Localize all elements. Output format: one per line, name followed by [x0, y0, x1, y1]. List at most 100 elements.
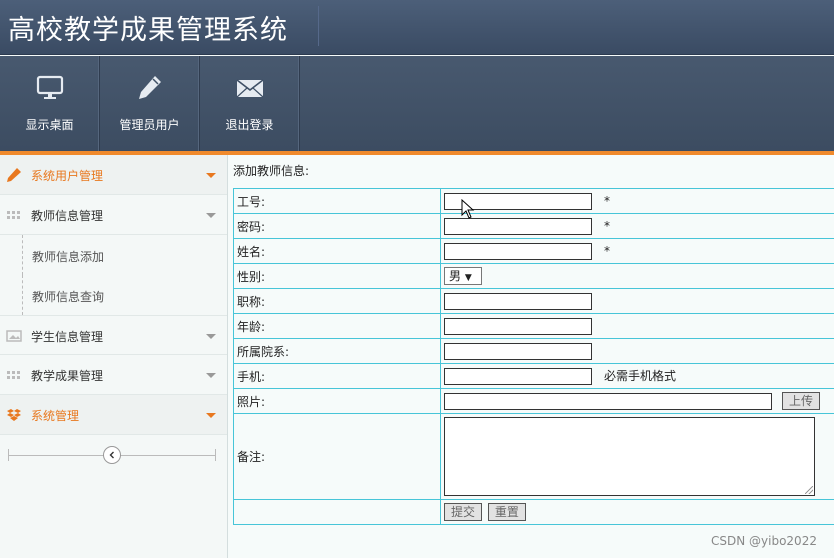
tree-line [22, 235, 23, 275]
phone-label: 手机: [233, 363, 441, 389]
grid-icon [7, 211, 20, 219]
sidebar-item-teacher-info[interactable]: 教师信息管理 [0, 195, 227, 235]
form-cell: * [440, 213, 834, 239]
form-cell [440, 313, 834, 339]
grid-icon [7, 371, 20, 379]
pencil-icon [7, 168, 21, 182]
submit-button[interactable]: 提交 [444, 503, 483, 521]
logout-button[interactable]: 退出登录 [200, 56, 300, 151]
sidebar: 系统用户管理 教师信息管理 教师信息添加 教师信息查询 学生信息管理 教学成果管… [0, 155, 228, 558]
show-desktop-label: 显示桌面 [25, 118, 74, 132]
sidebar-item-teaching-achievements[interactable]: 教学成果管理 [0, 355, 227, 395]
sidebar-subitem-label: 教师信息查询 [32, 290, 105, 304]
phone-hint: 必需手机格式 [604, 369, 677, 383]
id-label: 工号: [233, 188, 441, 214]
chevron-down-icon [206, 334, 216, 339]
pencil-icon [138, 76, 161, 99]
dropdown-arrow-icon: ▼ [464, 273, 472, 283]
form-row-notes: 备注: [233, 413, 834, 500]
dropbox-icon [7, 409, 21, 421]
envelope-icon [236, 79, 263, 98]
divider-tick [8, 449, 9, 461]
form-cell: 提交 重置 [440, 499, 834, 525]
photo-label: 照片: [233, 388, 441, 414]
form-row-department: 所属院系: [233, 338, 834, 364]
form-row-name: 姓名: * [233, 238, 834, 264]
form-cell: 必需手机格式 [440, 363, 834, 389]
form-cell [440, 413, 834, 500]
form-row-id: 工号: * [233, 188, 834, 214]
mouse-cursor-icon [461, 199, 475, 219]
form-row-password: 密码: * [233, 213, 834, 239]
chevron-left-icon [109, 451, 114, 459]
sidebar-collapse-row [0, 435, 227, 475]
empty-cell [233, 499, 441, 525]
notes-textarea[interactable] [444, 417, 815, 496]
sidebar-item-label: 教学成果管理 [31, 369, 104, 383]
form-row-age: 年龄: [233, 313, 834, 339]
gender-select[interactable]: 男 ▼ [444, 267, 482, 285]
title-input[interactable] [444, 292, 592, 310]
resize-handle-icon[interactable] [805, 486, 813, 494]
form-title: 添加教师信息: [233, 164, 310, 178]
form-cell: * [440, 238, 834, 264]
required-mark: * [604, 243, 610, 258]
admin-user-button[interactable]: 管理员用户 [100, 56, 200, 151]
sidebar-item-label: 系统管理 [31, 409, 80, 423]
form-row-gender: 性别: 男 ▼ [233, 263, 834, 289]
password-label: 密码: [233, 213, 441, 239]
form-row-phone: 手机: 必需手机格式 [233, 363, 834, 389]
password-input[interactable] [444, 217, 592, 235]
name-label: 姓名: [233, 238, 441, 264]
form-row-actions: 提交 重置 [233, 499, 834, 525]
tree-line [22, 275, 23, 315]
sidebar-collapse-button[interactable] [103, 446, 121, 464]
department-input[interactable] [444, 342, 592, 360]
sidebar-subitem-query-teacher[interactable]: 教师信息查询 [0, 275, 227, 315]
chevron-down-icon [206, 173, 216, 178]
chevron-down-icon [206, 213, 216, 218]
form-cell [440, 338, 834, 364]
reset-button[interactable]: 重置 [487, 503, 526, 521]
form-row-photo: 照片: 上传 [233, 388, 834, 414]
admin-user-label: 管理员用户 [119, 118, 180, 132]
sidebar-item-system-users[interactable]: 系统用户管理 [0, 155, 227, 195]
sidebar-subitem-add-teacher[interactable]: 教师信息添加 [0, 235, 227, 275]
chevron-down-icon [206, 413, 216, 418]
sidebar-item-label: 学生信息管理 [31, 330, 104, 344]
logout-label: 退出登录 [225, 118, 274, 132]
gender-label: 性别: [233, 263, 441, 289]
app-title: 高校教学成果管理系统 [8, 15, 288, 46]
form-cell: * [440, 188, 834, 214]
sidebar-item-system-management[interactable]: 系统管理 [0, 395, 227, 435]
required-mark: * [604, 218, 610, 233]
image-icon [6, 330, 22, 342]
app-header: 高校教学成果管理系统 [0, 0, 834, 55]
show-desktop-button[interactable]: 显示桌面 [0, 56, 100, 151]
sidebar-item-label: 教师信息管理 [31, 209, 104, 223]
sidebar-item-label: 系统用户管理 [31, 169, 104, 183]
top-toolbar: 显示桌面 管理员用户 退出登录 [0, 56, 834, 151]
department-label: 所属院系: [233, 338, 441, 364]
form-cell [440, 288, 834, 314]
main-content: 添加教师信息: 工号: * 密码: * 姓名: * 性别: 男 ▼ 职称: 年龄… [229, 155, 834, 558]
title-label: 职称: [233, 288, 441, 314]
watermark: CSDN @yibo2022 [711, 534, 817, 548]
age-label: 年龄: [233, 313, 441, 339]
phone-input[interactable] [444, 368, 592, 385]
sidebar-subitem-label: 教师信息添加 [32, 250, 105, 264]
chevron-down-icon [206, 373, 216, 378]
age-input[interactable] [444, 317, 592, 335]
sidebar-item-student-info[interactable]: 学生信息管理 [0, 315, 227, 355]
divider-tick [215, 449, 216, 461]
title-divider [318, 6, 319, 46]
teacher-form: 工号: * 密码: * 姓名: * 性别: 男 ▼ 职称: 年龄: 所属院系: … [233, 188, 834, 525]
form-cell: 男 ▼ [440, 263, 834, 289]
form-row-title: 职称: [233, 288, 834, 314]
photo-input[interactable] [444, 392, 772, 410]
gender-select-value: 男 [449, 269, 462, 283]
required-mark: * [604, 193, 610, 208]
monitor-icon [36, 75, 63, 99]
name-input[interactable] [444, 242, 592, 260]
upload-button[interactable]: 上传 [782, 392, 821, 410]
